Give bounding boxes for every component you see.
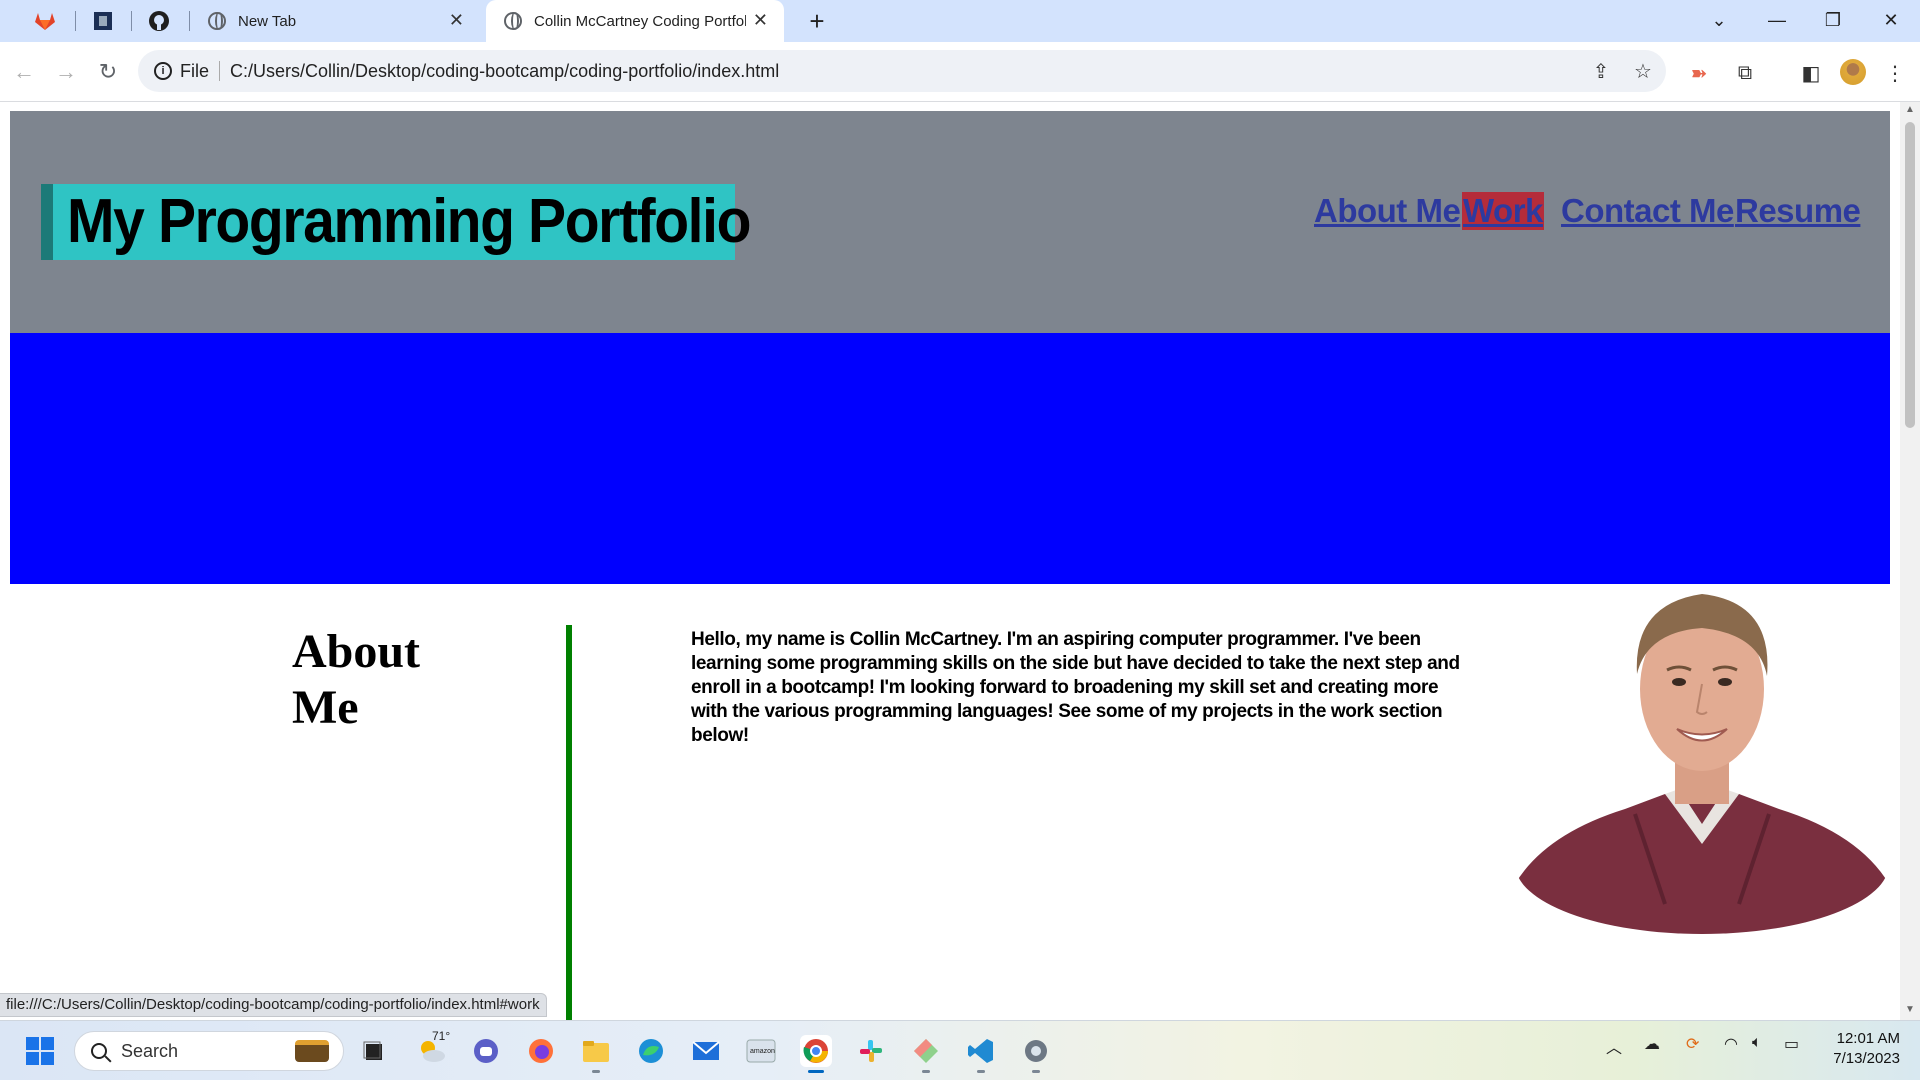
tab-strip: New Tab ✕ Collin McCartney Coding Portfo… xyxy=(0,0,1920,42)
globe-icon xyxy=(504,12,522,30)
gitlab-icon[interactable] xyxy=(32,9,58,33)
tab-title: Collin McCartney Coding Portfolio xyxy=(534,12,746,30)
folder-icon[interactable] xyxy=(580,1035,612,1067)
running-indicator xyxy=(592,1070,600,1073)
tab-separator xyxy=(75,11,76,31)
link-status-bar: file:///C:/Users/Collin/Desktop/coding-b… xyxy=(0,993,547,1017)
minimize-button[interactable]: — xyxy=(1752,4,1802,36)
onedrive-cloud-icon[interactable]: ☁ xyxy=(1644,1034,1660,1054)
tab-search-chevron-icon[interactable]: ⌄ xyxy=(1694,4,1744,36)
about-text: Hello, my name is Collin McCartney. I'm … xyxy=(691,629,1460,746)
running-indicator xyxy=(977,1070,985,1073)
share-icon[interactable]: ⇪ xyxy=(1586,58,1616,84)
tab-new-tab[interactable]: New Tab ✕ xyxy=(190,0,480,42)
close-icon[interactable]: ✕ xyxy=(753,10,768,31)
url-text[interactable]: C:/Users/Collin/Desktop/coding-bootcamp/… xyxy=(230,61,779,82)
address-bar[interactable]: i File C:/Users/Collin/Desktop/coding-bo… xyxy=(138,50,1666,92)
sync-icon[interactable]: ⟳ xyxy=(1686,1034,1699,1054)
extensions-puzzle-icon[interactable]: ⧉ xyxy=(1730,60,1760,86)
web-page: My Programming Portfolio About Me Work C… xyxy=(0,102,1900,1022)
profile-avatar[interactable] xyxy=(1840,59,1866,85)
address-separator xyxy=(219,61,221,81)
bookmark-star-icon[interactable]: ☆ xyxy=(1628,58,1658,84)
firefox-icon[interactable] xyxy=(525,1035,557,1067)
settings-icon[interactable] xyxy=(1020,1035,1052,1067)
forward-button[interactable]: → xyxy=(50,56,82,88)
amazon-icon[interactable]: amazon xyxy=(745,1035,777,1067)
search-highlight-icon xyxy=(295,1040,329,1062)
scroll-down-arrow-icon[interactable]: ▼ xyxy=(1905,1004,1915,1015)
info-icon[interactable]: i xyxy=(154,62,172,80)
running-indicator xyxy=(922,1070,930,1073)
back-button[interactable]: ← xyxy=(8,56,40,88)
nav-contact-me[interactable]: Contact Me xyxy=(1561,192,1734,230)
nav-work[interactable]: Work xyxy=(1462,192,1544,230)
tab-separator xyxy=(131,11,132,31)
scroll-up-arrow-icon[interactable]: ▲ xyxy=(1905,104,1915,115)
clock-time: 12:01 AM xyxy=(1836,1030,1900,1047)
system-clock[interactable]: 12:01 AM 7/13/2023 xyxy=(1800,1029,1900,1069)
nav-resume[interactable]: Resume xyxy=(1735,192,1861,230)
file-explorer-icon[interactable] xyxy=(358,1035,390,1067)
site-title-text: My Programming Portfolio xyxy=(67,187,751,256)
github-icon[interactable] xyxy=(146,9,172,33)
close-icon[interactable]: ✕ xyxy=(449,10,464,31)
new-tab-button[interactable]: + xyxy=(800,6,834,36)
windows-start-icon[interactable] xyxy=(24,1035,56,1067)
site-header: My Programming Portfolio About Me Work C… xyxy=(10,111,1890,333)
section-divider xyxy=(566,625,572,1022)
reload-button[interactable]: ↻ xyxy=(92,56,124,88)
edge-icon[interactable] xyxy=(635,1035,667,1067)
menu-kebab-icon[interactable]: ⋮ xyxy=(1880,60,1910,86)
side-panel-icon[interactable]: ◧ xyxy=(1796,60,1826,86)
git-icon[interactable] xyxy=(910,1035,942,1067)
about-heading: About Me xyxy=(292,625,421,734)
portfolio-app-icon[interactable] xyxy=(90,9,116,33)
volume-icon[interactable]: 🔈︎ xyxy=(1752,1034,1762,1052)
show-hidden-icons-chevron-icon[interactable]: ︿ xyxy=(1606,1034,1622,1058)
active-indicator xyxy=(808,1070,824,1073)
svg-text:amazon: amazon xyxy=(750,1048,775,1055)
search-icon xyxy=(91,1043,107,1059)
restore-button[interactable]: ❐ xyxy=(1808,4,1858,36)
slack-icon[interactable] xyxy=(855,1035,887,1067)
taskbar: Search amazon xyxy=(0,1020,1920,1080)
profile-photo xyxy=(1515,584,1889,934)
running-indicator xyxy=(1032,1070,1040,1073)
extension-cast-icon[interactable]: ➽ xyxy=(1684,60,1714,86)
mail-icon[interactable] xyxy=(690,1035,722,1067)
wifi-icon[interactable]: ◠ xyxy=(1724,1034,1738,1054)
scheme-label: File xyxy=(180,60,210,81)
chrome-icon[interactable] xyxy=(800,1035,832,1067)
nav-about-me[interactable]: About Me xyxy=(1314,192,1461,230)
taskbar-search[interactable]: Search xyxy=(74,1031,344,1071)
globe-icon xyxy=(208,12,226,30)
clock-date: 7/13/2023 xyxy=(1833,1050,1900,1067)
vscode-icon[interactable] xyxy=(965,1035,997,1067)
tab-portfolio[interactable]: Collin McCartney Coding Portfolio ✕ xyxy=(486,0,784,42)
page-scrollbar[interactable]: ▲ ▼ xyxy=(1900,102,1920,1020)
scrollbar-thumb[interactable] xyxy=(1905,122,1915,428)
teams-icon[interactable] xyxy=(470,1035,502,1067)
battery-icon[interactable]: ▭ xyxy=(1784,1034,1799,1054)
search-placeholder: Search xyxy=(121,1040,179,1061)
close-window-button[interactable]: ✕ xyxy=(1866,4,1916,36)
browser-toolbar: ← → ↻ i File C:/Users/Collin/Desktop/cod… xyxy=(0,42,1920,102)
site-title: My Programming Portfolio xyxy=(41,184,751,260)
weather-temperature: 71° xyxy=(432,1029,451,1043)
tab-title: New Tab xyxy=(238,12,297,30)
hero-banner xyxy=(10,333,1890,584)
